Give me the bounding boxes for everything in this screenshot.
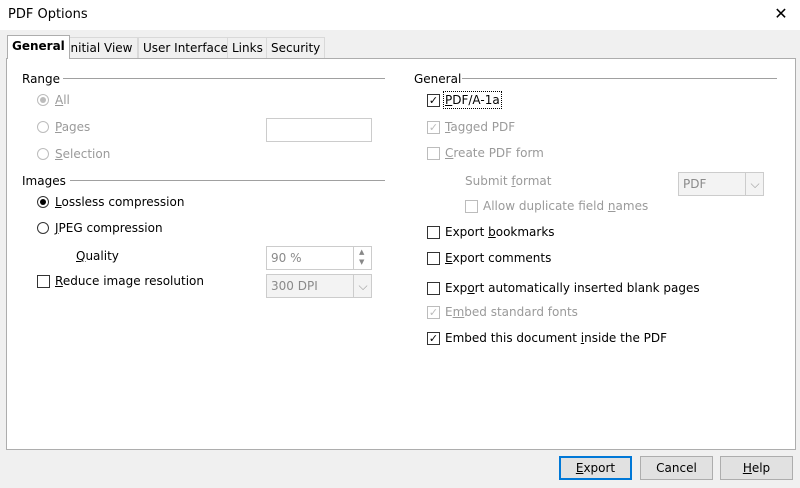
submit-format-dropdown[interactable]: PDF ⌵ [678,172,764,196]
jpeg-compression-label: JPEG compression [55,221,163,235]
cancel-button[interactable]: Cancel [640,456,713,480]
close-icon[interactable]: ✕ [770,3,792,25]
tab-links[interactable]: Links [227,37,268,58]
reduce-resolution-checkbox[interactable] [37,275,50,288]
check-icon: ✓ [428,332,439,345]
check-icon: ✓ [428,121,439,134]
images-heading: Images [22,174,66,188]
embed-document-label: Embed this document inside the PDF [445,331,668,345]
jpeg-compression-radio[interactable] [37,222,49,234]
tab-panel-general [6,58,796,450]
general-divider [462,78,777,79]
range-pages-label: Pages [55,120,91,134]
resolution-dropdown[interactable]: 300 DPI ⌵ [266,274,372,298]
check-icon: ✓ [428,306,439,319]
chevron-down-icon[interactable]: ⌵ [353,275,372,297]
export-comments-checkbox[interactable] [427,252,440,265]
quality-value: 90 % [271,251,302,265]
tab-general[interactable]: General [7,35,70,59]
tab-initial-view[interactable]: Initial View [62,37,138,58]
title-bar: PDF Options ✕ [0,0,800,30]
spin-down-icon[interactable]: ▼ [359,258,364,266]
range-all-label: All [55,93,70,107]
spin-up-icon[interactable]: ▲ [359,248,364,256]
quality-label: Quality [76,249,119,263]
tab-security[interactable]: Security [266,37,326,58]
pdfa-checkbox[interactable]: ✓ [427,94,440,107]
range-pages-radio[interactable] [37,121,49,133]
embed-fonts-label: Embed standard fonts [445,305,578,319]
create-form-checkbox[interactable] [427,147,440,160]
range-heading: Range [22,72,61,86]
window-title: PDF Options [8,7,88,22]
pdfa-label: PDF/A-1a [443,91,502,109]
submit-format-value: PDF [683,177,707,191]
embed-document-checkbox[interactable]: ✓ [427,332,440,345]
pages-input[interactable] [266,118,372,142]
help-button[interactable]: Help [720,456,793,480]
resolution-value: 300 DPI [271,279,318,293]
lossless-compression-label: Lossless compression [55,195,185,209]
range-divider [63,78,385,79]
export-bookmarks-checkbox[interactable] [427,226,440,239]
embed-fonts-checkbox[interactable]: ✓ [427,306,440,319]
quality-spin-buttons[interactable]: ▲ ▼ [353,247,372,269]
range-all-radio[interactable] [37,94,49,106]
export-blank-pages-checkbox[interactable] [427,282,440,295]
tab-user-interface[interactable]: User Interface [138,37,233,58]
submit-format-label: Submit format [465,174,552,188]
export-bookmarks-label: Export bookmarks [445,225,555,239]
lossless-compression-radio[interactable] [37,196,49,208]
export-blank-pages-label: Export automatically inserted blank page… [445,281,700,295]
chevron-down-icon[interactable]: ⌵ [745,173,764,195]
export-button[interactable]: Export [559,456,632,480]
quality-stepper[interactable]: 90 % ▲ ▼ [266,246,372,270]
reduce-resolution-label: Reduce image resolution [55,274,204,288]
export-comments-label: Export comments [445,251,552,265]
range-selection-label: Selection [55,147,111,161]
tagged-pdf-checkbox[interactable]: ✓ [427,121,440,134]
allow-duplicate-checkbox[interactable] [465,200,478,213]
allow-duplicate-label: Allow duplicate field names [483,199,649,213]
tagged-pdf-label: Tagged PDF [445,120,516,134]
general-heading: General [414,72,462,86]
images-divider [70,180,385,181]
create-form-label: Create PDF form [445,146,544,160]
check-icon: ✓ [428,94,439,107]
range-selection-radio[interactable] [37,148,49,160]
